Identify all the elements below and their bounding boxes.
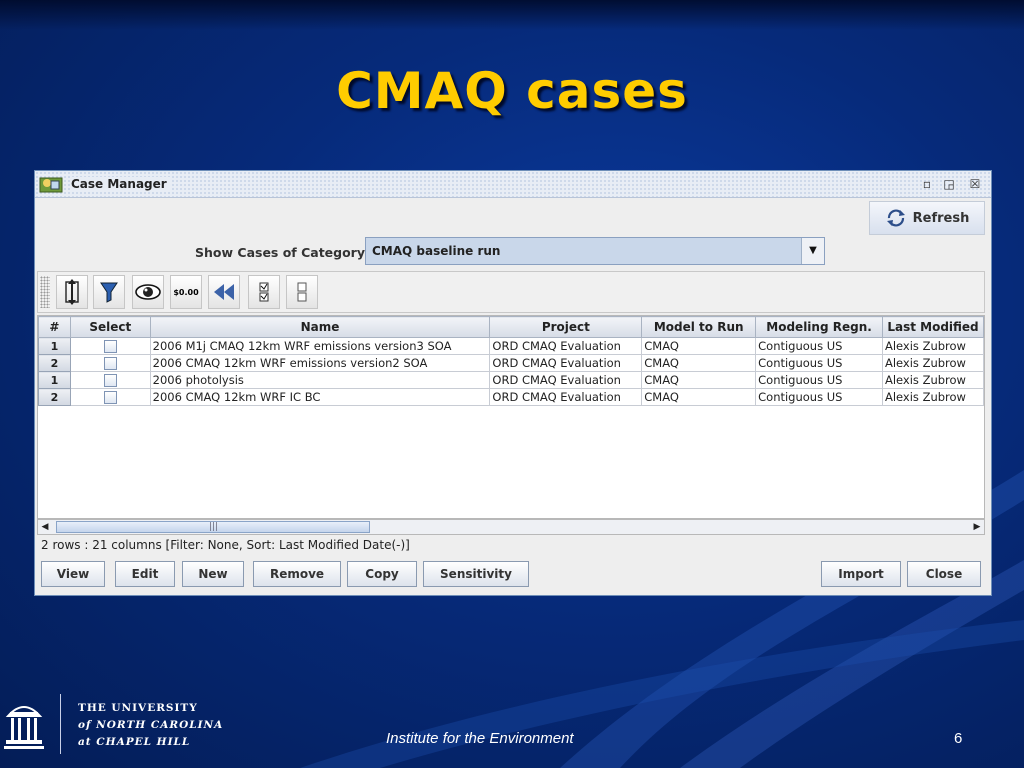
table-row[interactable]: 2 2006 CMAQ 12km WRF emissions version2 … xyxy=(38,354,984,372)
row-number: 1 xyxy=(38,337,71,355)
scrollbar-thumb[interactable]: ||| xyxy=(56,521,370,533)
modified-cell: Alexis Zubrow xyxy=(881,337,984,355)
case-name-cell: 2006 M1j CMAQ 12km WRF emissions version… xyxy=(149,337,491,355)
refresh-icon xyxy=(886,209,905,227)
row-number: 2 xyxy=(38,388,71,406)
minimize-icon[interactable]: ▫ xyxy=(919,176,935,192)
page-number: 6 xyxy=(954,730,963,747)
select-all-icon[interactable] xyxy=(248,275,280,309)
project-cell: ORD CMAQ Evaluation xyxy=(489,354,643,372)
footer-divider xyxy=(60,694,61,754)
row-select-checkbox[interactable] xyxy=(103,357,117,370)
remove-button[interactable]: Remove xyxy=(253,561,341,587)
view-icon[interactable] xyxy=(132,275,164,309)
modified-cell: Alexis Zubrow xyxy=(881,388,984,406)
row-select-cell xyxy=(69,337,151,355)
window-titlebar[interactable]: Case Manager ▫ ◲ ☒ xyxy=(35,171,991,198)
horizontal-scrollbar[interactable]: ◀ ||| ▶ xyxy=(37,519,985,535)
model-cell: CMAQ xyxy=(641,354,757,372)
refresh-button[interactable]: Refresh xyxy=(869,201,985,235)
table-status: 2 rows : 21 columns [Filter: None, Sort:… xyxy=(41,538,410,552)
column-header[interactable]: Name xyxy=(149,316,491,338)
project-cell: ORD CMAQ Evaluation xyxy=(489,337,643,355)
row-select-cell xyxy=(69,371,151,389)
close-window-icon[interactable]: ☒ xyxy=(967,176,983,192)
category-value: CMAQ baseline run xyxy=(372,244,501,258)
row-select-cell xyxy=(69,388,151,406)
model-cell: CMAQ xyxy=(641,371,757,389)
slide-title: CMAQ cases xyxy=(336,62,688,120)
university-logo xyxy=(4,706,44,749)
region-cell: Contiguous US xyxy=(755,337,883,355)
edit-button[interactable]: Edit xyxy=(115,561,175,587)
column-header[interactable]: Select xyxy=(69,316,151,338)
table-toolbar: $0.00 xyxy=(37,271,985,313)
case-name-cell: 2006 CMAQ 12km WRF IC BC xyxy=(149,388,491,406)
category-select[interactable]: CMAQ baseline run ▼ xyxy=(365,237,825,265)
row-select-checkbox[interactable] xyxy=(103,340,117,353)
chevron-down-icon[interactable]: ▼ xyxy=(801,238,824,264)
row-select-checkbox[interactable] xyxy=(103,374,117,387)
region-cell: Contiguous US xyxy=(755,354,883,372)
clear-all-icon[interactable] xyxy=(286,275,318,309)
region-cell: Contiguous US xyxy=(755,371,883,389)
app-icon xyxy=(39,177,63,193)
sensitivity-button[interactable]: Sensitivity xyxy=(423,561,529,587)
row-number: 1 xyxy=(38,371,71,389)
scroll-left-icon[interactable]: ◀ xyxy=(38,520,52,534)
cases-grid: # Select Name Project Model to Run Model… xyxy=(38,316,984,406)
modified-cell: Alexis Zubrow xyxy=(881,371,984,389)
university-line-2: of NORTH CAROLINA xyxy=(78,719,224,731)
reset-icon[interactable] xyxy=(208,275,240,309)
column-header[interactable]: # xyxy=(38,316,71,338)
column-header[interactable]: Modeling Regn. xyxy=(755,316,883,338)
project-cell: ORD CMAQ Evaluation xyxy=(489,388,643,406)
close-button[interactable]: Close xyxy=(907,561,981,587)
row-number: 2 xyxy=(38,354,71,372)
import-button[interactable]: Import xyxy=(821,561,901,587)
row-select-checkbox[interactable] xyxy=(103,391,117,404)
case-name-cell: 2006 photolysis xyxy=(149,371,491,389)
filter-icon[interactable] xyxy=(93,275,125,309)
sort-icon[interactable] xyxy=(56,275,88,309)
model-cell: CMAQ xyxy=(641,388,757,406)
maximize-icon[interactable]: ◲ xyxy=(941,176,957,192)
footer-institute: Institute for the Environment xyxy=(386,730,574,747)
format-icon[interactable]: $0.00 xyxy=(170,275,202,309)
row-select-cell xyxy=(69,354,151,372)
cases-table: # Select Name Project Model to Run Model… xyxy=(37,315,985,519)
toolbar-grip[interactable] xyxy=(40,276,50,308)
column-header[interactable]: Project xyxy=(489,316,643,338)
case-manager-window: Case Manager ▫ ◲ ☒ Refresh Show Cases of… xyxy=(34,170,992,596)
window-title: Case Manager xyxy=(71,177,171,191)
copy-button[interactable]: Copy xyxy=(347,561,417,587)
table-row[interactable]: 1 2006 M1j CMAQ 12km WRF emissions versi… xyxy=(38,337,984,355)
new-button[interactable]: New xyxy=(182,561,244,587)
region-cell: Contiguous US xyxy=(755,388,883,406)
modified-cell: Alexis Zubrow xyxy=(881,354,984,372)
table-row[interactable]: 1 2006 photolysis ORD CMAQ Evaluation CM… xyxy=(38,371,984,389)
scroll-right-icon[interactable]: ▶ xyxy=(970,520,984,534)
refresh-label: Refresh xyxy=(912,210,970,226)
column-header[interactable]: Model to Run xyxy=(641,316,757,338)
university-line-1: THE UNIVERSITY xyxy=(78,702,198,714)
model-cell: CMAQ xyxy=(641,337,757,355)
case-name-cell: 2006 CMAQ 12km WRF emissions version2 SO… xyxy=(149,354,491,372)
category-label: Show Cases of Category: xyxy=(195,245,370,260)
project-cell: ORD CMAQ Evaluation xyxy=(489,371,643,389)
university-line-3: at CHAPEL HILL xyxy=(78,736,191,748)
table-header-row: # Select Name Project Model to Run Model… xyxy=(38,316,984,338)
table-row[interactable]: 2 2006 CMAQ 12km WRF IC BC ORD CMAQ Eval… xyxy=(38,388,984,406)
view-button[interactable]: View xyxy=(41,561,105,587)
column-header[interactable]: Last Modified xyxy=(881,316,984,338)
